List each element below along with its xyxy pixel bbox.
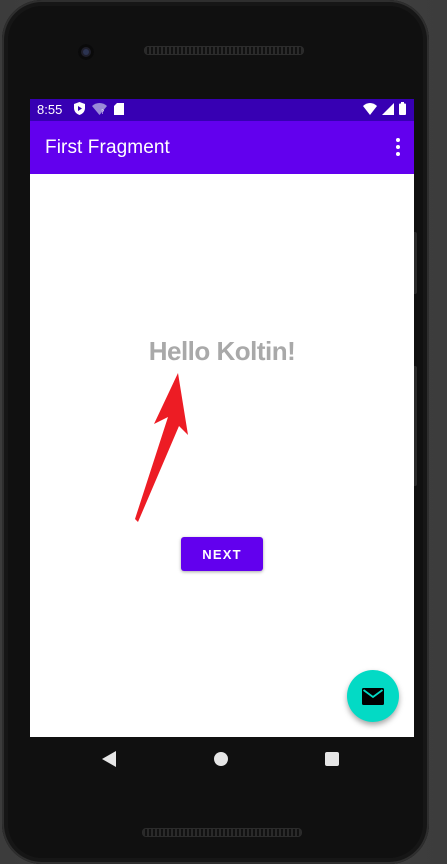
wifi-question-icon: ?: [92, 102, 107, 115]
svg-text:?: ?: [101, 109, 104, 115]
back-icon[interactable]: [102, 751, 116, 767]
earpiece-speaker: [144, 46, 304, 55]
wifi-icon: [363, 102, 377, 115]
email-fab[interactable]: [347, 670, 399, 722]
red-arrow-annotation: [135, 373, 188, 522]
sd-card-icon: [114, 102, 124, 115]
signal-icon: [382, 102, 394, 115]
app-bar: First Fragment: [30, 121, 414, 174]
more-vert-icon[interactable]: [392, 136, 404, 158]
status-time: 8:55: [37, 102, 63, 117]
emulator-stage: 8:55 ? First Fragment Hello Koltin! NEXT: [0, 0, 447, 864]
home-icon[interactable]: [214, 752, 228, 766]
status-icons-right: [363, 102, 406, 115]
hello-textview: Hello Koltin!: [148, 336, 296, 366]
bottom-speaker: [142, 828, 302, 837]
email-icon: [362, 687, 384, 705]
app-screen: 8:55 ? First Fragment Hello Koltin! NEXT: [30, 99, 414, 737]
next-button[interactable]: NEXT: [181, 537, 263, 571]
battery-icon: [399, 102, 406, 115]
app-bar-title: First Fragment: [45, 137, 170, 158]
status-bar: 8:55 ?: [30, 99, 414, 121]
front-camera-icon: [78, 44, 94, 60]
play-protect-icon: [74, 102, 85, 115]
system-nav-bar: [30, 737, 414, 783]
status-icons-left: ?: [74, 102, 124, 115]
recents-icon[interactable]: [325, 752, 339, 766]
